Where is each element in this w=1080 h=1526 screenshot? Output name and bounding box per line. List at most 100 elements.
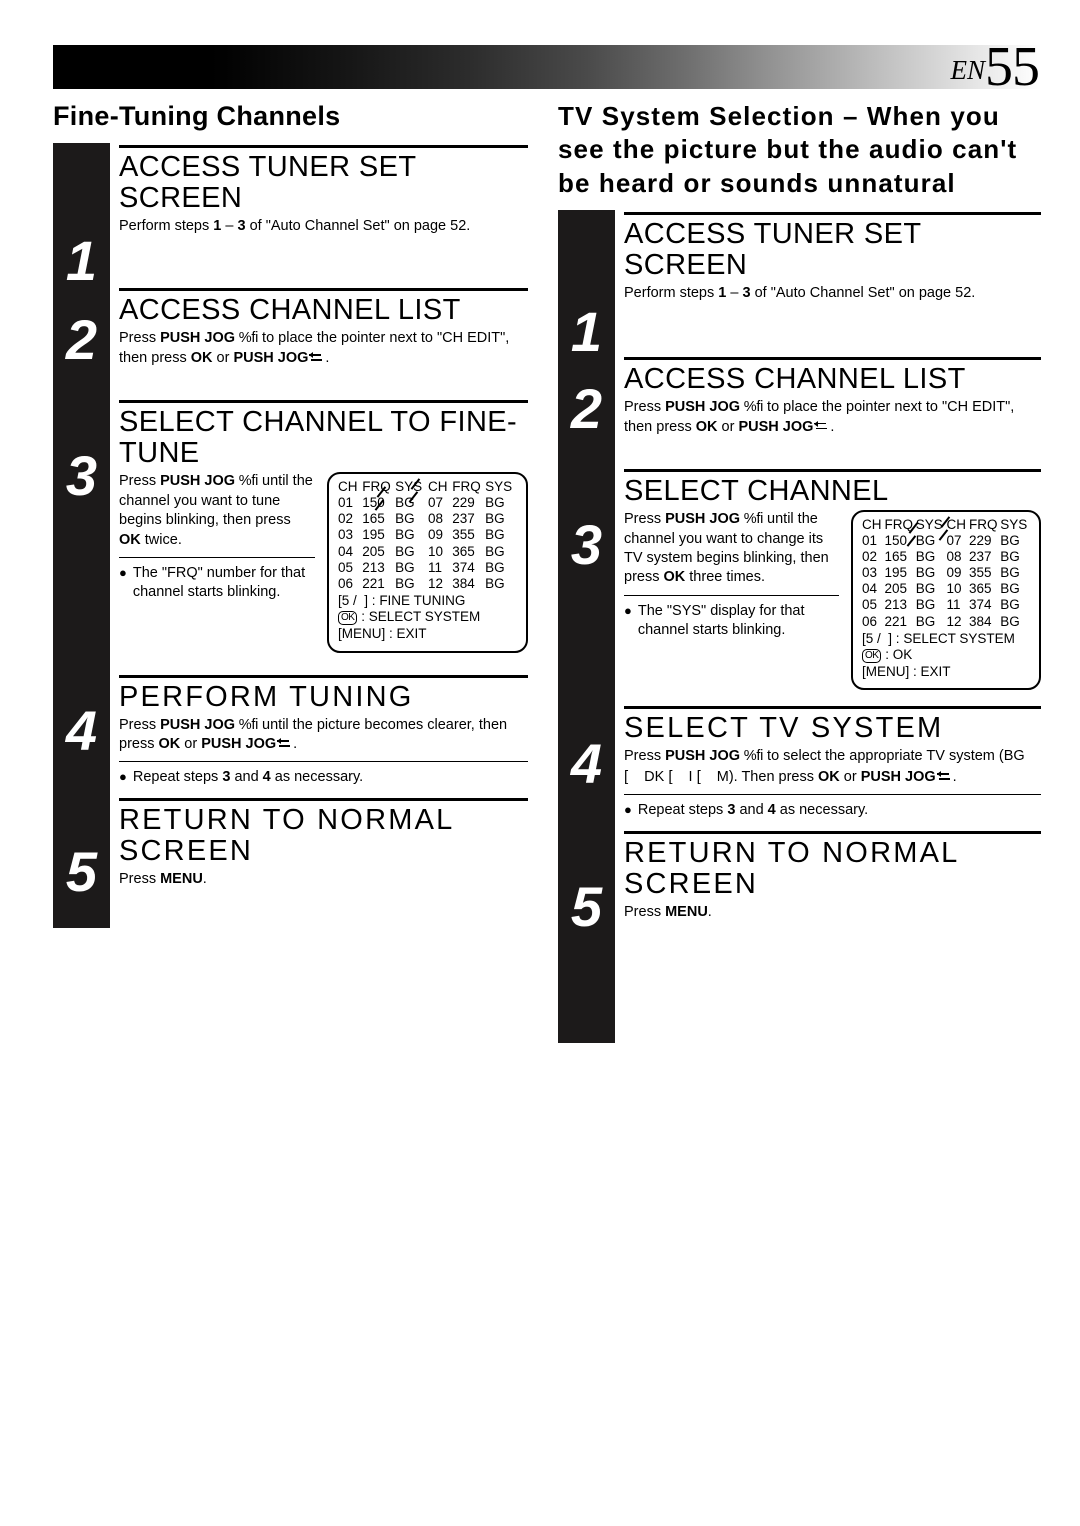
osd-cell: BG	[395, 495, 415, 511]
osd-cell: 06	[338, 575, 354, 591]
osd-cell: BG	[1000, 549, 1020, 565]
right-step-2: 2 ACCESS CHANNEL LIST Press PUSH JOG %fi…	[558, 355, 1041, 467]
left-step-3: 3 SELECT CHANNEL TO FINE-TUNE Press PUSH…	[53, 398, 528, 672]
osd-cell: BG	[915, 613, 936, 629]
osd-cell: 150	[362, 495, 385, 511]
osd-cell: 11	[946, 597, 961, 613]
right-section-title: TV System Selection – When you see the p…	[558, 101, 1018, 198]
step-text: Press PUSH JOG %fi to place the pointer …	[624, 399, 1015, 435]
osd-cell: BG	[485, 575, 505, 591]
left-steps: 1 ACCESS TUNER SET SCREEN Perform steps …	[53, 142, 528, 937]
manual-page: EN55 Fine-Tuning Channels 1 ACCESS TUNER…	[0, 0, 1080, 1526]
osd-cell: 08	[427, 511, 444, 527]
divider	[119, 144, 528, 148]
step-number: 1	[570, 299, 603, 363]
osd-header-row: CH FRQ SYS CH FRQ SYS	[338, 479, 518, 495]
osd-cell: 05	[338, 559, 354, 575]
osd-cell: BG	[915, 533, 936, 549]
left-section-title: Fine-Tuning Channels	[53, 101, 341, 131]
step-text-block: Press PUSH JOG %fi until the channel you…	[119, 472, 315, 603]
osd-row: 06 221 BG 12 384 BG	[338, 576, 518, 592]
osd-col-header: FRQ	[884, 517, 914, 533]
language-code: EN	[950, 55, 985, 85]
osd-legend: [5 / ] : SELECT SYSTEM OK : OK [MENU] : …	[862, 631, 1031, 681]
osd-cell: 165	[884, 549, 908, 565]
step-heading: RETURN TO NORMAL SCREEN	[119, 803, 454, 867]
osd-row: 01 150 BG 07 229 BG	[338, 495, 518, 511]
step-number: 2	[65, 308, 98, 372]
bullet-icon: ●	[624, 802, 632, 818]
osd-cell: 365	[968, 581, 992, 597]
page-number: 55	[985, 36, 1040, 98]
jog-dial-symbol: %fi	[740, 748, 764, 765]
osd-cell: 237	[452, 511, 475, 527]
jog-dial-symbol: %fi	[235, 330, 259, 347]
step-heading: PERFORM TUNING	[119, 680, 414, 713]
step-bullet: ● Repeat steps 3 and 4 as necessary.	[624, 801, 1041, 820]
osd-cell: 04	[862, 581, 878, 597]
osd-col-header: CH	[946, 517, 966, 533]
osd-cell: 229	[968, 533, 992, 549]
osd-row: 02 165 BG 08 237 BG	[338, 511, 518, 527]
osd-cell: BG	[395, 575, 415, 591]
osd-col-header: CH	[862, 517, 882, 533]
osd-channel-list-left: CH FRQ SYS CH FRQ SYS 01 150 BG 07 229 B…	[327, 472, 528, 653]
jog-press-icon	[814, 420, 829, 432]
divider	[624, 794, 1041, 796]
osd-cell: 213	[884, 597, 908, 613]
osd-cell: BG	[915, 597, 936, 613]
step-number: 5	[65, 839, 98, 903]
osd-col-header: SYS	[1000, 517, 1028, 533]
step-text: Press PUSH JOG %fi until the channel you…	[624, 511, 829, 586]
right-step-3: 3 SELECT CHANNEL Press PUSH JOG %fi unti…	[558, 467, 1041, 704]
osd-legend-row: [MENU] : EXIT	[862, 664, 951, 680]
divider	[119, 797, 528, 801]
osd-cell: 355	[452, 527, 475, 543]
osd-cell: 04	[338, 543, 354, 559]
osd-cell: BG	[485, 559, 505, 575]
step-text: Perform steps 1 – 3 of "Auto Channel Set…	[624, 284, 976, 301]
osd-cell: 06	[862, 613, 878, 629]
osd-col-header: CH	[427, 479, 448, 495]
osd-col-header: SYS	[395, 479, 423, 495]
left-step-1: 1 ACCESS TUNER SET SCREEN Perform steps …	[53, 143, 528, 288]
step-text: Press MENU.	[624, 903, 712, 920]
jog-dial-symbol: %fi	[740, 511, 764, 528]
bullet-text: Repeat steps 3 and 4 as necessary.	[637, 802, 869, 819]
osd-legend-row: OK : OK	[862, 647, 1031, 665]
divider	[624, 594, 839, 596]
step-number: 2	[570, 377, 603, 441]
osd-col-header: SYS	[485, 479, 513, 495]
osd-cell: 221	[884, 613, 908, 629]
divider	[119, 674, 528, 678]
step-bullet: ● The "SYS" display for that channel sta…	[624, 602, 839, 641]
osd-legend-row: [MENU] : EXIT	[338, 626, 427, 642]
osd-cell: BG	[1000, 613, 1020, 629]
divider	[119, 761, 528, 763]
step-text: Press PUSH JOG %fi to select the appropr…	[624, 748, 1025, 785]
bullet-icon: ●	[119, 769, 127, 785]
osd-cell: 205	[884, 581, 908, 597]
arrow-placeholder-glyph: [	[624, 767, 629, 785]
step-text-block: Press PUSH JOG %fi until the channel you…	[624, 510, 839, 641]
osd-cell: 02	[338, 511, 354, 527]
bullet-icon: ●	[119, 564, 127, 580]
osd-cell: 195	[362, 527, 385, 543]
osd-cell: 07	[946, 533, 962, 549]
step-text: Press PUSH JOG %fi to place the pointer …	[119, 330, 510, 366]
osd-cell: BG	[395, 511, 415, 527]
left-step-4: 4 PERFORM TUNING Press PUSH JOG %fi unti…	[53, 673, 528, 796]
osd-row: 04 205 BG 10 365 BG	[338, 544, 518, 560]
left-step-5: 5 RETURN TO NORMAL SCREEN Press MENU.	[53, 796, 528, 937]
osd-cell: 195	[884, 565, 908, 581]
osd-col-header: FRQ	[452, 479, 481, 495]
page-number-block: EN55	[950, 36, 1040, 98]
osd-cell: 03	[338, 527, 354, 543]
osd-cell: BG	[1000, 581, 1020, 597]
jog-press-icon	[936, 770, 952, 782]
divider	[624, 706, 1041, 710]
divider	[119, 288, 528, 292]
step-number: 4	[570, 732, 603, 796]
osd-cell: 213	[362, 559, 385, 575]
osd-cell: 07	[427, 495, 444, 511]
